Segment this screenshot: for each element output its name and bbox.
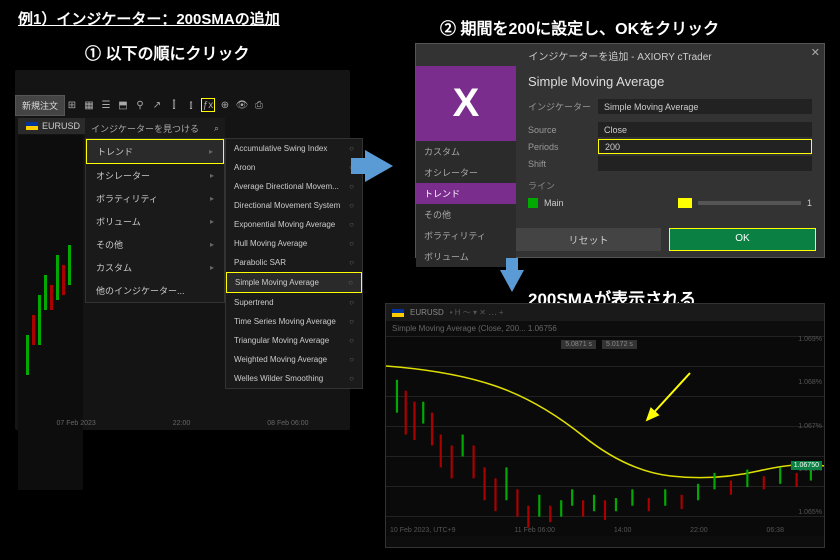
- tool-icon[interactable]: ⬒: [116, 98, 130, 112]
- main-label: Main: [544, 198, 564, 208]
- indicator-item[interactable]: Exponential Moving Average○: [226, 215, 362, 234]
- dialog-titlebar: インジケーターを追加 - AXIORY cTrader✕: [416, 44, 824, 67]
- indicator-item[interactable]: Hull Moving Average○: [226, 234, 362, 253]
- shift-label: Shift: [528, 159, 598, 169]
- tool-icon[interactable]: ⫿: [167, 98, 181, 112]
- indicator-item[interactable]: Accumulative Swing Index○: [226, 139, 362, 158]
- tool-icon[interactable]: ↗: [150, 98, 164, 112]
- indicator-info: Simple Moving Average (Close, 200... 1.0…: [386, 321, 824, 336]
- periods-input[interactable]: 200: [598, 139, 812, 154]
- page-title: 例1）インジケーター：200SMAの追加: [18, 8, 280, 29]
- tool-icon[interactable]: ⊕: [218, 98, 232, 112]
- thickness-slider[interactable]: [698, 201, 801, 205]
- category-volume[interactable]: ボリューム▸: [86, 210, 224, 233]
- indicator-select[interactable]: Simple Moving Average: [598, 99, 812, 114]
- shift-input[interactable]: [598, 156, 812, 171]
- indicator-item[interactable]: Aroon○: [226, 158, 362, 177]
- indicator-label: インジケーター: [528, 100, 598, 113]
- line-section-label: ライン: [528, 177, 812, 194]
- indicator-item[interactable]: Average Directional Movem...○: [226, 177, 362, 196]
- search-icon: ⌕: [214, 123, 219, 134]
- indicator-item[interactable]: Triangular Moving Average○: [226, 331, 362, 350]
- flag-icon: [26, 122, 38, 130]
- reset-button[interactable]: リセット: [516, 228, 661, 251]
- side-volume[interactable]: ボリューム: [416, 246, 516, 267]
- dialog-heading: Simple Moving Average: [528, 74, 812, 89]
- category-oscillator[interactable]: オシレーター▸: [86, 164, 224, 187]
- y-axis: 1.069%1.068%1.067%1.066%1.065%: [787, 336, 822, 516]
- indicator-item[interactable]: Welles Wilder Smoothing○: [226, 369, 362, 388]
- price-badge: 1.06750: [791, 461, 822, 470]
- arrow-down-icon: [500, 270, 524, 292]
- step2-label: ② 期間を200に設定し、OKをクリック: [440, 15, 719, 39]
- flag-icon: [392, 309, 404, 317]
- category-other[interactable]: その他▸: [86, 233, 224, 256]
- side-oscillator[interactable]: オシレーター: [416, 162, 516, 183]
- time-axis: 07 Feb 202322:0008 Feb 06:00: [18, 420, 347, 427]
- trading-app-panel: 新規注文 ⊞ ▦ ☰ ⬒ ⚲ ↗ ⫿ ⫾ ƒx ⊕ 👁 ⎙ EURUSD インジ…: [15, 70, 350, 430]
- indicator-item[interactable]: Time Series Moving Average○: [226, 312, 362, 331]
- result-chart-body[interactable]: 5.0871 s 5.0172 s: [386, 336, 824, 536]
- result-chart-panel: EURUSD • H ～ ▾ ✕ ⋯ + Simple Moving Avera…: [385, 303, 825, 548]
- chart-background: [18, 135, 83, 490]
- main-checkbox[interactable]: [528, 198, 538, 208]
- tool-icon[interactable]: 👁: [235, 98, 249, 112]
- side-custom[interactable]: カスタム: [416, 141, 516, 162]
- side-other[interactable]: その他: [416, 204, 516, 225]
- category-volatility[interactable]: ボラティリティ▸: [86, 187, 224, 210]
- indicator-fx-icon[interactable]: ƒx: [201, 98, 215, 112]
- indicator-sma[interactable]: Simple Moving Average○: [226, 272, 362, 293]
- tool-icon[interactable]: ▦: [82, 98, 96, 112]
- color-picker[interactable]: [678, 198, 692, 208]
- tool-icon[interactable]: ⫾: [184, 98, 198, 112]
- tool-icon[interactable]: ⎙: [252, 98, 266, 112]
- slider-value: 1: [807, 198, 812, 208]
- indicator-search[interactable]: インジケーターを見つける⌕: [85, 118, 225, 139]
- indicator-item[interactable]: Supertrend○: [226, 293, 362, 312]
- new-order-button[interactable]: 新規注文: [15, 95, 65, 116]
- side-volatility[interactable]: ボラティリティ: [416, 225, 516, 246]
- periods-label: Periods: [528, 142, 598, 152]
- category-menu: トレンド▸ オシレーター▸ ボラティリティ▸ ボリューム▸ その他▸ カスタム▸…: [85, 138, 225, 303]
- tool-icon[interactable]: ⚲: [133, 98, 147, 112]
- indicator-item[interactable]: Parabolic SAR○: [226, 253, 362, 272]
- category-trend[interactable]: トレンド▸: [86, 139, 224, 164]
- currency-pair-tab[interactable]: EURUSD: [18, 118, 88, 134]
- chevron-right-icon: ▸: [209, 147, 213, 156]
- chart-toolbar: ⊞ ▦ ☰ ⬒ ⚲ ↗ ⫿ ⫾ ƒx ⊕ 👁 ⎙: [65, 95, 266, 115]
- source-select[interactable]: Close: [598, 122, 812, 137]
- side-trend[interactable]: トレンド: [416, 183, 516, 204]
- result-chart-header: EURUSD • H ～ ▾ ✕ ⋯ +: [386, 304, 824, 321]
- source-label: Source: [528, 125, 598, 135]
- ok-button[interactable]: OK: [669, 228, 816, 251]
- indicator-item[interactable]: Weighted Moving Average○: [226, 350, 362, 369]
- close-icon[interactable]: ✕: [811, 46, 820, 59]
- tool-icon[interactable]: ⊞: [65, 98, 79, 112]
- indicator-item[interactable]: Directional Movement System○: [226, 196, 362, 215]
- indicator-settings-dialog: インジケーターを追加 - AXIORY cTrader✕ X カスタム オシレー…: [415, 43, 825, 258]
- x-axis: 10 Feb 2023, UTC+911 Feb 06:0014:0022:00…: [390, 527, 784, 534]
- dialog-sidebar: カスタム オシレーター トレンド その他 ボラティリティ ボリューム: [416, 141, 516, 267]
- arrow-right-icon: [365, 150, 393, 182]
- step1-label: ① 以下の順にクリック: [85, 40, 249, 64]
- category-custom[interactable]: カスタム▸: [86, 256, 224, 279]
- category-more[interactable]: 他のインジケーター...: [86, 279, 224, 302]
- candlestick-series: [386, 336, 824, 536]
- indicator-submenu: Accumulative Swing Index○ Aroon○ Average…: [225, 138, 363, 389]
- tool-icon[interactable]: ☰: [99, 98, 113, 112]
- app-logo: X: [416, 66, 516, 141]
